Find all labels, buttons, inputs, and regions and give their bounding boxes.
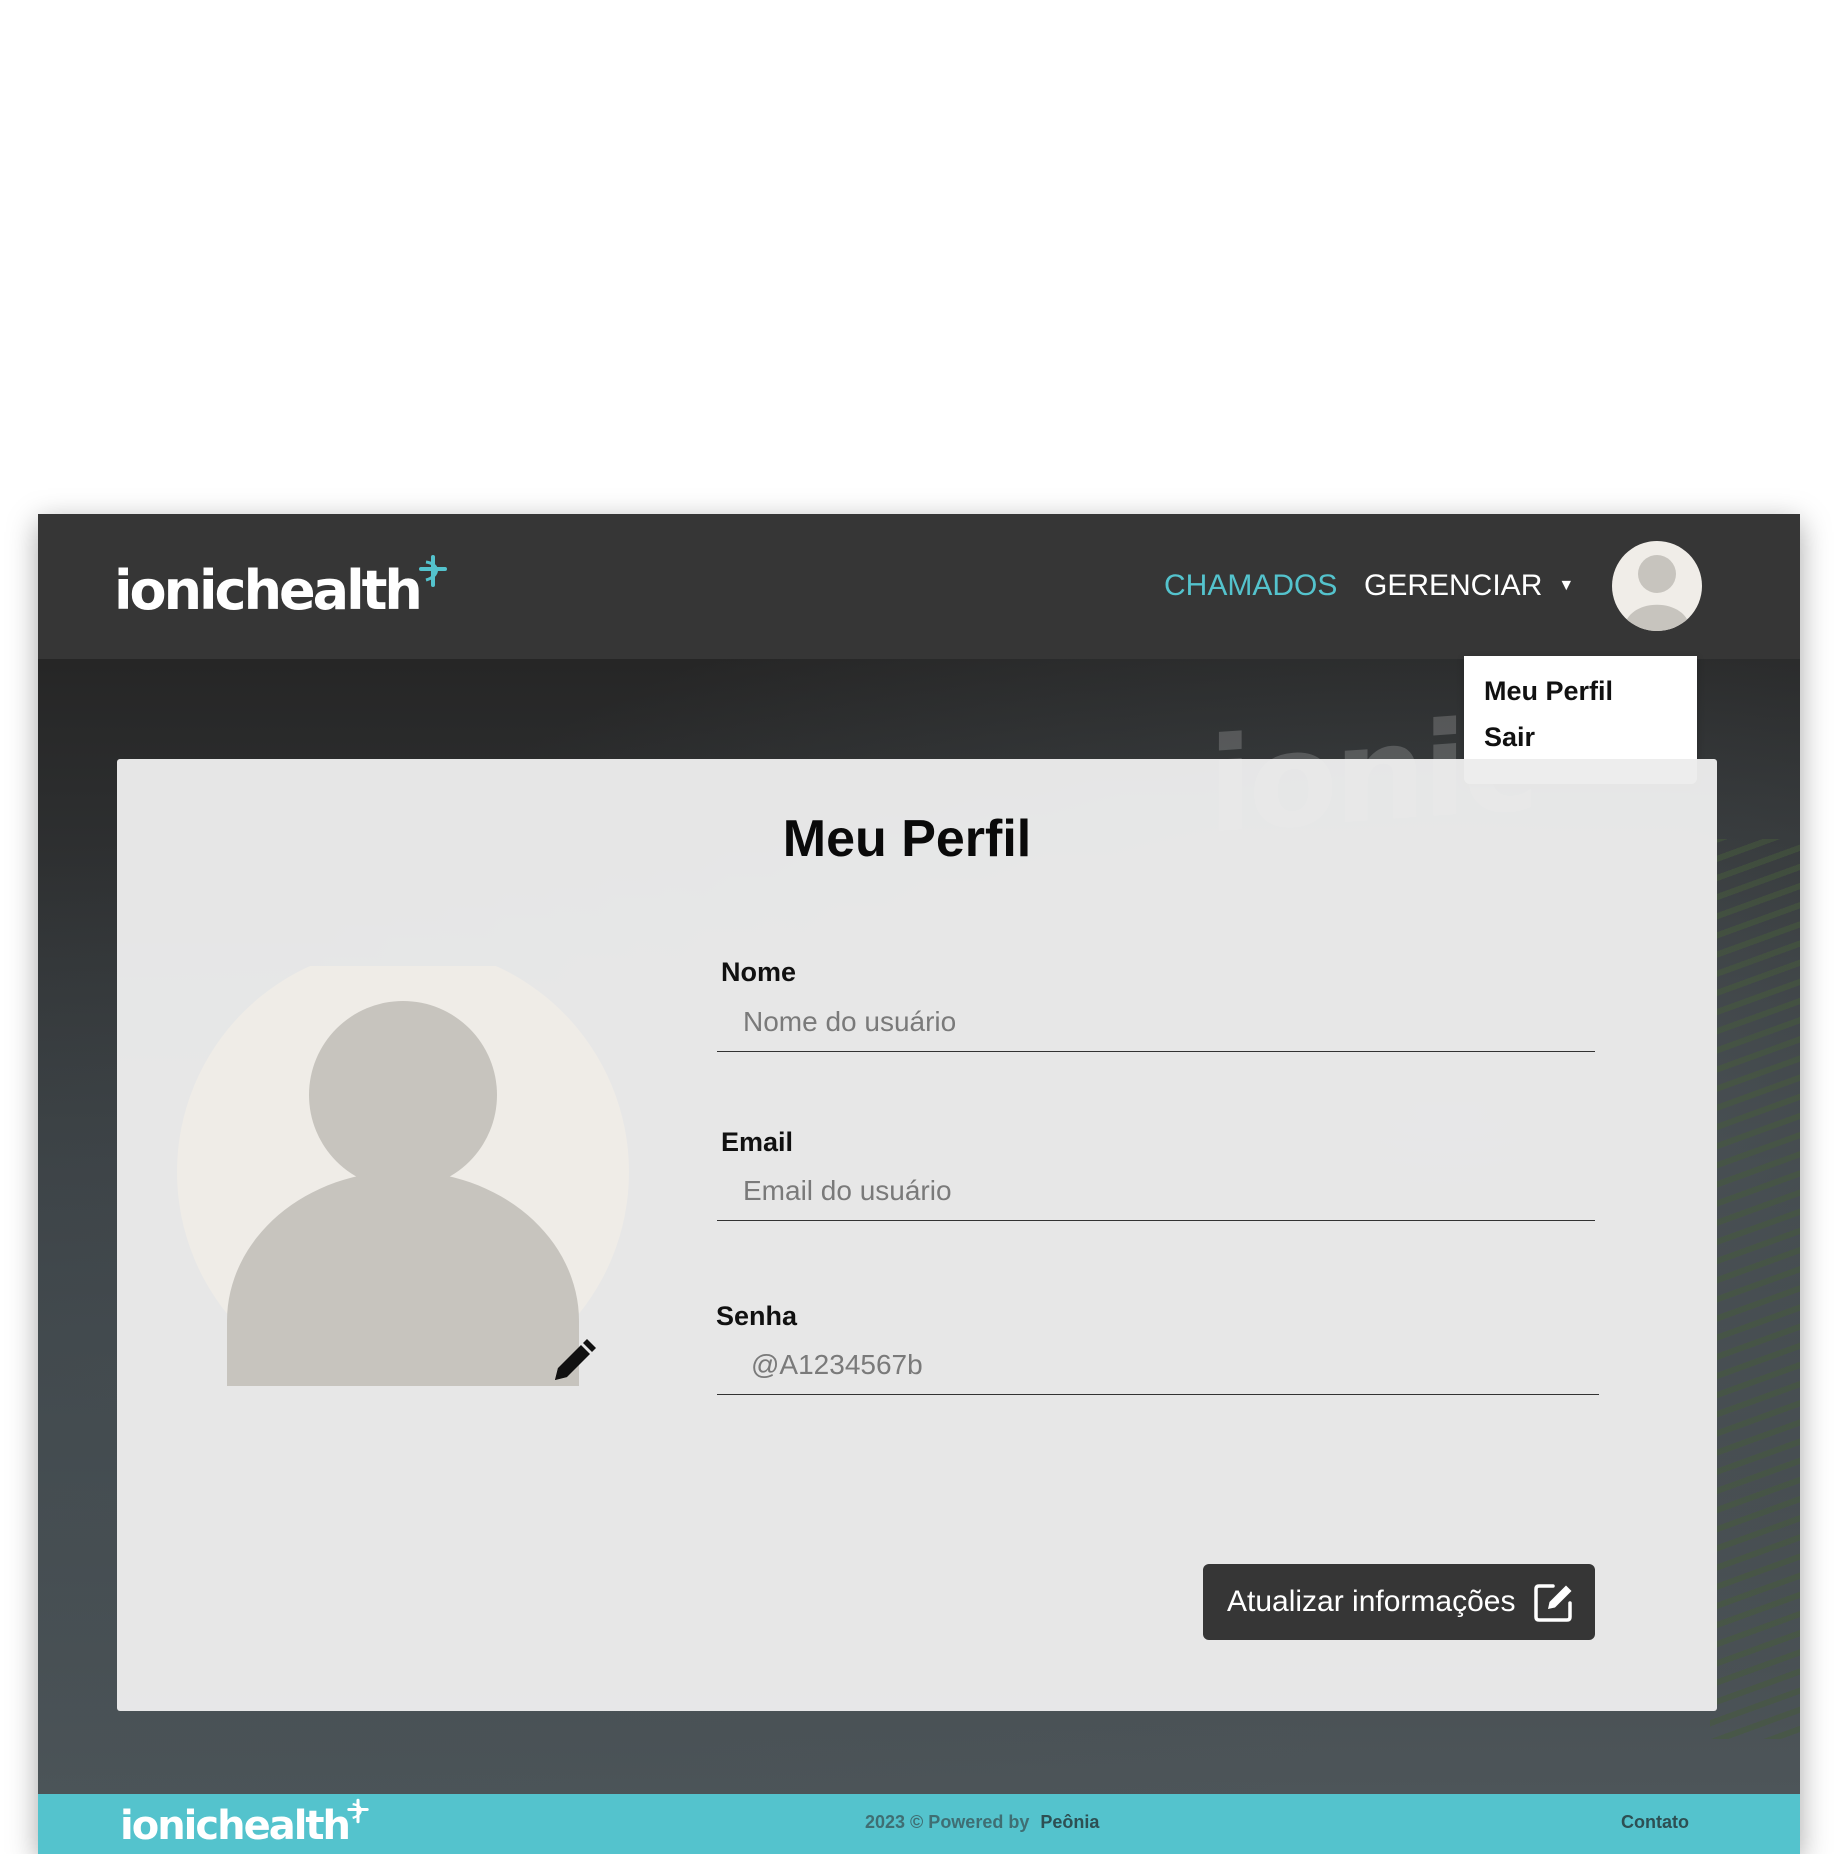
footer-logo-text: ionichealth: [120, 1803, 351, 1849]
footer-logo[interactable]: ionichealth: [120, 1798, 371, 1852]
brand-logo[interactable]: ionichealth: [114, 555, 450, 626]
top-navbar: ionichealth CHAMADOS GERENCIAR ▼: [38, 514, 1800, 659]
nav-dropdown-gerenciar[interactable]: GERENCIAR ▼: [1364, 564, 1574, 608]
profile-card: Meu Perfil Nome Email Senha Atualizar in…: [117, 759, 1717, 1711]
menu-item-sair[interactable]: Sair: [1484, 722, 1535, 753]
nome-input[interactable]: [717, 992, 1595, 1052]
senha-input[interactable]: [717, 1335, 1599, 1395]
footer-copyright-text: 2023 © Powered by: [865, 1812, 1030, 1832]
user-avatar-button[interactable]: [1612, 541, 1702, 631]
update-info-label: Atualizar informações: [1227, 1585, 1516, 1618]
chevron-down-icon: ▼: [1558, 577, 1575, 594]
pencil-icon[interactable]: [547, 1336, 599, 1388]
profile-photo: [177, 966, 629, 1386]
footer-copyright: 2023 © Powered by Peônia: [865, 1812, 1099, 1833]
silhouette-body: [227, 1171, 579, 1386]
edit-square-icon: [1534, 1584, 1572, 1622]
brand-logo-text: ionichealth: [114, 559, 423, 622]
page-title-text: Meu Perfil: [782, 810, 1032, 868]
footer: ionichealth 2023 © Powered by Peônia Con…: [38, 1794, 1800, 1854]
user-avatar-icon: [1624, 555, 1690, 631]
user-silhouette-icon: [177, 966, 629, 1386]
email-label: Email: [721, 1127, 794, 1157]
app-window: ionic ionichealth CHAMADOS GERENCIAR ▼ M…: [38, 514, 1800, 1854]
logo-cross-icon: [347, 1798, 369, 1824]
nav-gerenciar-label: GERENCIAR: [1364, 569, 1543, 602]
senha-label: Senha: [716, 1301, 798, 1331]
silhouette-head: [309, 1001, 497, 1189]
footer-link-contato[interactable]: Contato: [1621, 1812, 1689, 1833]
menu-item-meu-perfil[interactable]: Meu Perfil: [1484, 676, 1613, 707]
nav-link-chamados[interactable]: CHAMADOS: [1164, 564, 1337, 608]
email-input[interactable]: [717, 1161, 1595, 1221]
footer-powered-brand[interactable]: Peônia: [1040, 1812, 1099, 1832]
nome-label: Nome: [721, 957, 797, 987]
page-title: Meu Perfil: [117, 809, 1717, 869]
logo-cross-icon: [418, 555, 447, 587]
background-plant: [1710, 839, 1800, 1739]
update-info-button[interactable]: Atualizar informações: [1203, 1564, 1595, 1640]
